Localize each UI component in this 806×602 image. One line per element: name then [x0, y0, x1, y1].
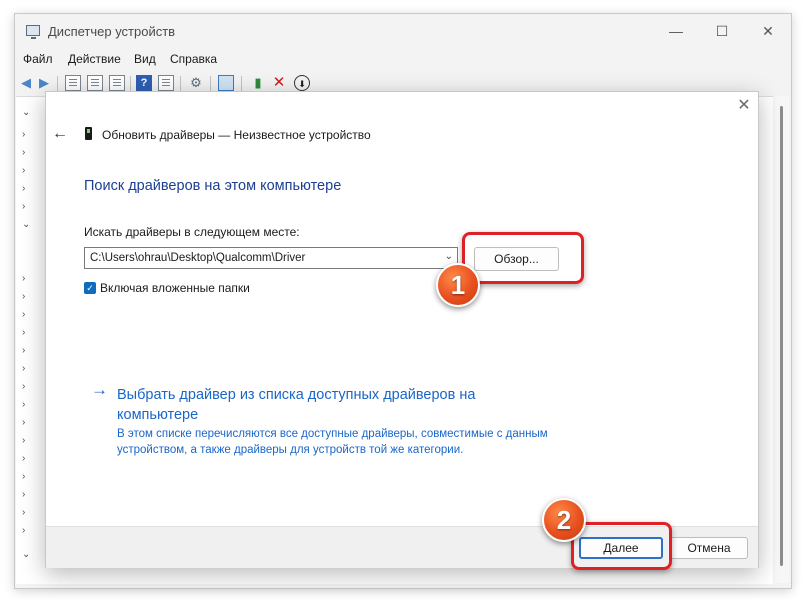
maximize-button[interactable]: ☐	[699, 14, 745, 48]
toolbar-separator	[130, 76, 131, 91]
tree-toggle[interactable]: ›	[22, 399, 25, 410]
tree-toggle-expanded[interactable]: ⌄	[22, 219, 30, 230]
tree-toggle[interactable]: ›	[22, 183, 25, 194]
step-1-badge: 1	[436, 263, 480, 307]
tree-toggle[interactable]: ›	[22, 165, 25, 176]
list-view-icon[interactable]	[109, 75, 125, 91]
tree-toggle[interactable]: ›	[22, 147, 25, 158]
update-driver-icon[interactable]: ▮	[250, 75, 266, 91]
tree-toggle[interactable]: ›	[22, 309, 25, 320]
download-icon[interactable]: ⬇	[294, 75, 310, 91]
tree-toggle[interactable]: ›	[22, 471, 25, 482]
minimize-button[interactable]: —	[653, 14, 699, 48]
help-icon[interactable]: ?	[136, 75, 152, 91]
back-button[interactable]: ←	[52, 125, 68, 143]
toolbar-separator	[180, 76, 181, 91]
uninstall-icon[interactable]: ✕	[271, 75, 287, 91]
unknown-device-icon	[85, 127, 92, 140]
tree-toggle[interactable]: ›	[22, 417, 25, 428]
arrow-right-icon[interactable]: →	[91, 380, 108, 400]
menu-view[interactable]: Вид	[134, 52, 156, 66]
step-2-badge: 2	[542, 498, 586, 542]
update-driver-dialog: ✕ ← Обновить драйверы — Неизвестное устр…	[45, 91, 759, 568]
tree-toggle[interactable]: ›	[22, 525, 25, 536]
tree-toggle[interactable]: ›	[22, 345, 25, 356]
toolbar-separator	[241, 76, 242, 91]
tree-toggle[interactable]: ›	[22, 291, 25, 302]
tree-toggle[interactable]: ›	[22, 507, 25, 518]
dialog-header: Обновить драйверы — Неизвестное устройст…	[102, 128, 371, 142]
tree-toggle[interactable]: ›	[22, 273, 25, 284]
path-label: Искать драйверы в следующем месте:	[84, 225, 300, 239]
browse-highlight-frame	[462, 232, 584, 284]
window-title: Диспетчер устройств	[48, 24, 176, 39]
vertical-scrollbar[interactable]	[775, 96, 789, 583]
toolbar-separator	[57, 76, 58, 91]
section-title: Поиск драйверов на этом компьютере	[84, 178, 342, 194]
include-subfolders-checkbox[interactable]: ✓	[84, 282, 96, 294]
forward-arrow-icon[interactable]: ▶	[36, 75, 52, 91]
tree-toggle[interactable]: ›	[22, 201, 25, 212]
properties-icon[interactable]	[87, 75, 103, 91]
tree-toggle-expanded[interactable]: ⌄	[22, 107, 30, 118]
include-subfolders-label[interactable]: Включая вложенные папки	[100, 281, 250, 295]
tree-toggle[interactable]: ›	[22, 327, 25, 338]
scan-hardware-icon[interactable]: ⚙	[188, 75, 204, 91]
driver-path-combobox[interactable]: C:\Users\ohrau\Desktop\Qualcomm\Driver ⌄	[84, 247, 458, 269]
device-manager-icon	[26, 25, 40, 39]
dialog-close-button[interactable]: ✕	[734, 96, 754, 116]
tree-toggle[interactable]: ›	[22, 435, 25, 446]
back-arrow-icon[interactable]: ◀	[18, 75, 34, 91]
tree-toggle[interactable]: ›	[22, 381, 25, 392]
tree-toggle[interactable]: ›	[22, 363, 25, 374]
cancel-button[interactable]: Отмена	[670, 537, 748, 559]
console-tree-icon[interactable]	[65, 75, 81, 91]
driver-path-value[interactable]: C:\Users\ohrau\Desktop\Qualcomm\Driver	[90, 252, 305, 264]
next-highlight-frame	[571, 522, 672, 570]
toolbar-separator	[210, 76, 211, 91]
details-icon[interactable]	[158, 75, 174, 91]
chevron-down-icon[interactable]: ⌄	[445, 251, 453, 262]
tree-toggle[interactable]: ›	[22, 129, 25, 140]
menu-bar: Файл Действие Вид Справка	[15, 48, 791, 70]
tree-toggle-expanded[interactable]: ⌄	[22, 549, 30, 560]
pick-driver-description: В этом списке перечисляются все доступны…	[117, 428, 548, 456]
tree-toggle[interactable]: ›	[22, 453, 25, 464]
pick-driver-link[interactable]: Выбрать драйвер из списка доступных драй…	[117, 385, 527, 425]
monitor-icon[interactable]	[218, 75, 234, 91]
menu-help[interactable]: Справка	[170, 52, 217, 66]
scrollbar-thumb[interactable]	[780, 106, 783, 566]
title-bar: Диспетчер устройств — ☐ ✕	[15, 14, 791, 48]
close-window-button[interactable]: ✕	[745, 14, 791, 48]
menu-file[interactable]: Файл	[23, 52, 53, 66]
tree-toggle[interactable]: ›	[22, 489, 25, 500]
menu-action[interactable]: Действие	[68, 52, 121, 66]
